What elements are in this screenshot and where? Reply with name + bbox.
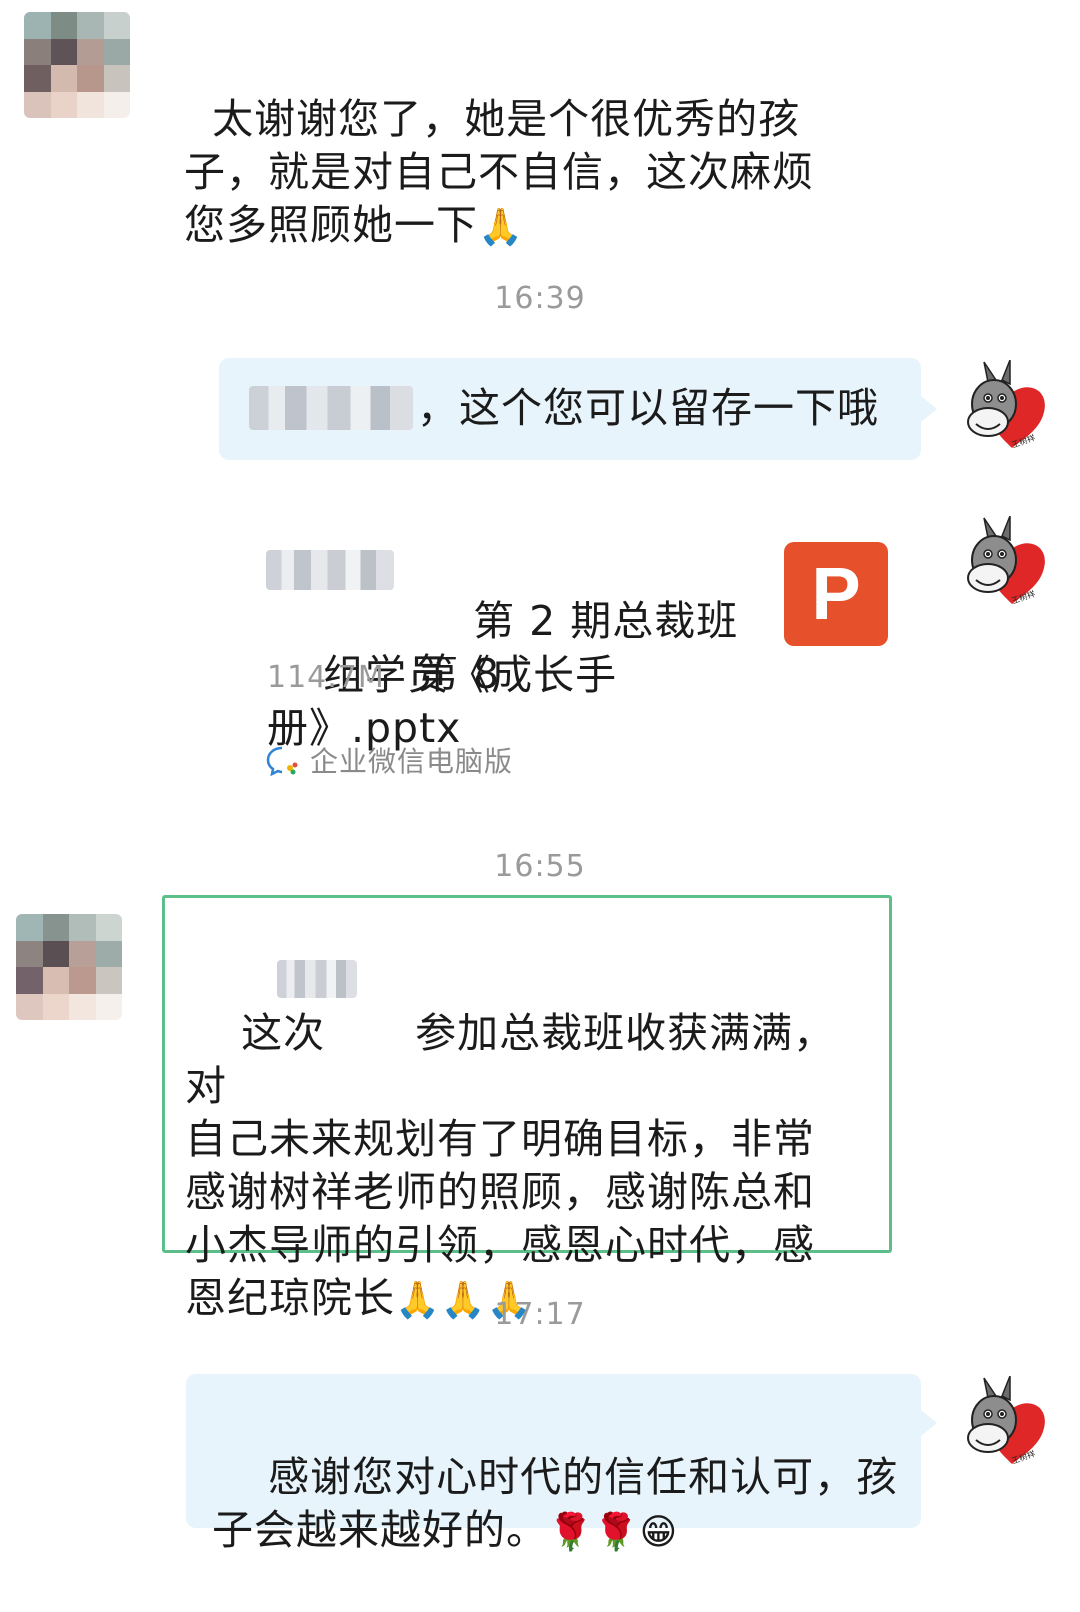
contact-avatar[interactable] <box>16 914 122 1020</box>
message-text: ，这个您可以留存一下哦 <box>417 384 879 432</box>
rose-smile-emoji: 🌹🌹😁 <box>548 1512 679 1553</box>
wecom-chat-icon <box>266 746 298 776</box>
donkey-avatar-icon[interactable]: 王树祥 <box>962 360 1048 454</box>
timestamp: 17:17 <box>494 1297 586 1332</box>
message-bubble[interactable]: 感谢您对心时代的信任和认可，孩 子会越来越好的。🌹🌹😁 <box>186 1374 921 1554</box>
message-bubble[interactable]: ，这个您可以留存一下哦 <box>219 358 921 460</box>
donkey-avatar-icon[interactable]: 王树祥 <box>962 516 1048 610</box>
highlighted-message[interactable]: 这次 参加总裁班收获满满，对 自己未来规划有了明确目标，非常 感谢树祥老师的照顾，… <box>162 895 892 1322</box>
blurred-name <box>266 550 394 590</box>
bubble-tail <box>921 1410 937 1436</box>
file-source-label: 企业微信电脑版 <box>310 745 514 778</box>
message-text: 太谢谢您了，她是个很优秀的孩 子，就是对自己不自信，这次麻烦 您多照顾她一下🙏 <box>184 40 884 254</box>
message-body-start: 这次 <box>241 1009 326 1057</box>
bubble-tail <box>921 396 937 422</box>
donkey-avatar-icon[interactable]: 王树祥 <box>962 1376 1048 1470</box>
blurred-name <box>249 386 413 430</box>
file-card[interactable]: 第 2 期总裁班第 8 组学员《成长手册》.pptx 114.7M P <box>230 520 920 752</box>
file-size: 114.7M <box>267 660 385 695</box>
pray-emoji: 🙏 <box>478 207 524 248</box>
pptx-file-icon: P <box>784 542 888 646</box>
timestamp: 16:39 <box>494 281 586 316</box>
message-text: 感谢您对心时代的信任和认可，孩 子会越来越好的。🌹🌹😁 <box>212 1398 902 1612</box>
timestamp: 16:55 <box>494 849 586 884</box>
contact-avatar[interactable] <box>24 12 130 118</box>
